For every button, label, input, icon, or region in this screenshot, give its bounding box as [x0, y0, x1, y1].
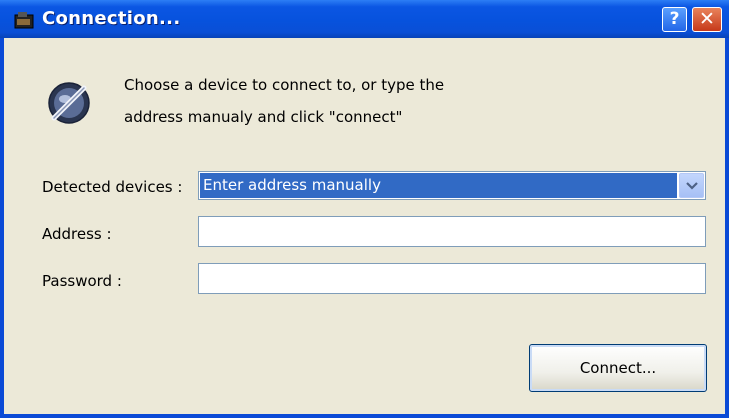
detected-devices-select[interactable]: Enter address manually [198, 171, 706, 200]
app-icon [14, 10, 34, 30]
connection-dialog: Connection... ? ✕ Choose a device to con… [0, 0, 729, 418]
close-button[interactable]: ✕ [692, 7, 722, 32]
address-label: Address : [42, 225, 112, 243]
plug-connection-icon [46, 80, 92, 126]
window-title: Connection... [42, 8, 181, 29]
detected-devices-label: Detected devices : [42, 178, 183, 196]
password-input[interactable] [198, 263, 706, 294]
address-input[interactable] [198, 216, 706, 247]
instruction-line-2: address manualy and click "connect" [124, 108, 403, 126]
password-label: Password : [42, 272, 122, 290]
connect-button[interactable]: Connect... [529, 344, 707, 392]
help-button[interactable]: ? [662, 7, 687, 32]
dropdown-button[interactable] [679, 173, 704, 198]
instruction-line-1: Choose a device to connect to, or type t… [124, 76, 445, 94]
detected-devices-value: Enter address manually [200, 173, 677, 198]
title-bar[interactable]: Connection... ? ✕ [0, 0, 729, 38]
